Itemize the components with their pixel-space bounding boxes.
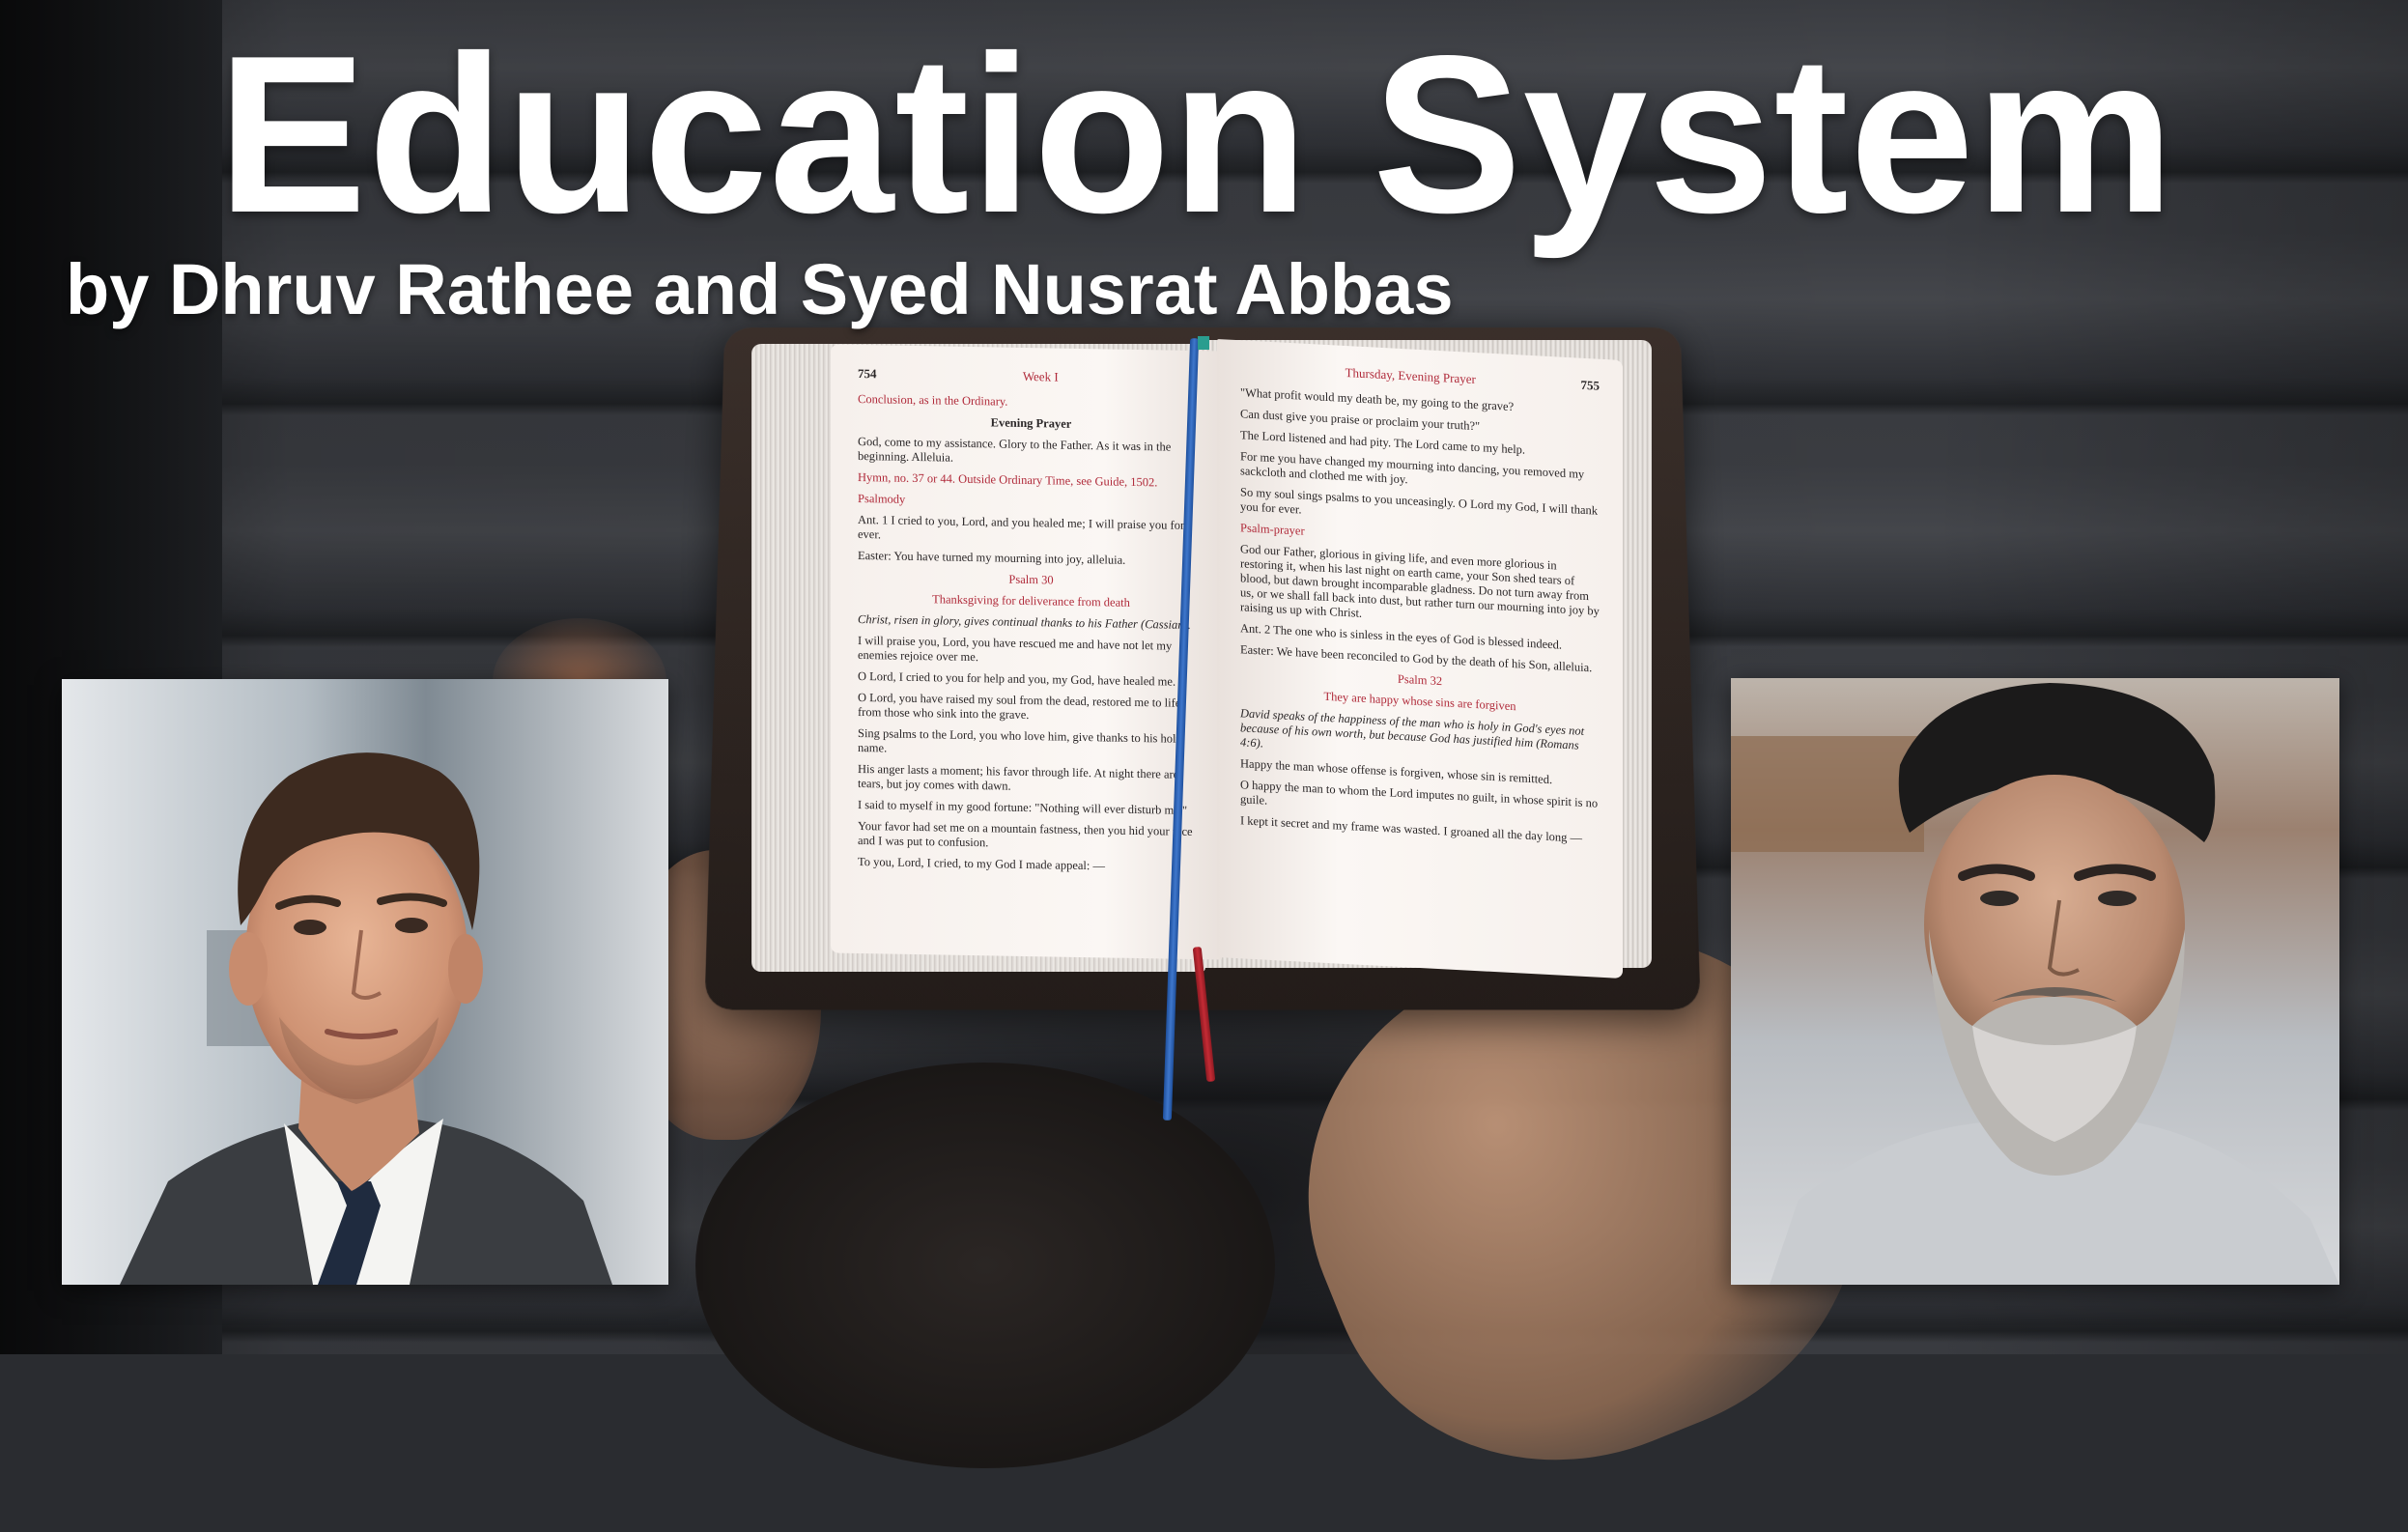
headline-title: Education System xyxy=(217,19,2246,251)
headline-subtitle: by Dhruv Rathee and Syed Nusrat Abbas xyxy=(66,246,1611,333)
left-page: 754 Week I Conclusion, as in the Ordinar… xyxy=(831,344,1222,959)
portrait-left-illustration xyxy=(62,679,668,1285)
left-line: I will praise you, Lord, you have rescue… xyxy=(858,634,1204,668)
portrait-right xyxy=(1731,678,2339,1285)
left-line: Your favor had set me on a mountain fast… xyxy=(858,819,1204,854)
left-running-head: Week I xyxy=(1023,369,1059,384)
left-line: Psalm 30 xyxy=(858,570,1204,590)
left-line: Sing psalms to the Lord, you who love hi… xyxy=(858,726,1204,761)
left-line: Conclusion, as in the Ordinary. xyxy=(858,392,1204,412)
right-page: Thursday, Evening Prayer 755 "What profi… xyxy=(1217,339,1623,979)
left-line: Ant. 1 I cried to you, Lord, and you hea… xyxy=(858,513,1204,548)
portrait-left xyxy=(62,679,668,1285)
left-line: Psalmody xyxy=(858,492,1204,512)
left-line: Easter: You have turned my mourning into… xyxy=(858,549,1204,569)
right-line: God our Father, glorious in giving life,… xyxy=(1240,542,1600,633)
left-line: God, come to my assistance. Glory to the… xyxy=(858,435,1204,469)
open-prayer-book: 754 Week I Conclusion, as in the Ordinar… xyxy=(715,319,1690,1005)
left-line: Thanksgiving for deliverance from death xyxy=(858,591,1204,611)
left-heading: Evening Prayer xyxy=(858,413,1204,434)
teal-ribbon-bookmark xyxy=(1198,336,1209,350)
left-line: To you, Lord, I cried, to my God I made … xyxy=(858,855,1204,875)
left-line: O Lord, I cried to you for help and you,… xyxy=(858,669,1204,690)
left-line: O Lord, you have raised my soul from the… xyxy=(858,691,1204,725)
left-line: Christ, risen in glory, gives continual … xyxy=(858,612,1204,633)
left-line: Hymn, no. 37 or 44. Outside Ordinary Tim… xyxy=(858,470,1204,491)
left-line: His anger lasts a moment; his favor thro… xyxy=(858,762,1204,797)
right-page-number: 755 xyxy=(1580,378,1600,393)
right-running-head: Thursday, Evening Prayer xyxy=(1346,365,1476,386)
left-line: I said to myself in my good fortune: "No… xyxy=(858,798,1204,818)
portrait-right-illustration xyxy=(1731,678,2339,1285)
reader-head xyxy=(695,1063,1275,1468)
left-page-number: 754 xyxy=(858,366,877,381)
